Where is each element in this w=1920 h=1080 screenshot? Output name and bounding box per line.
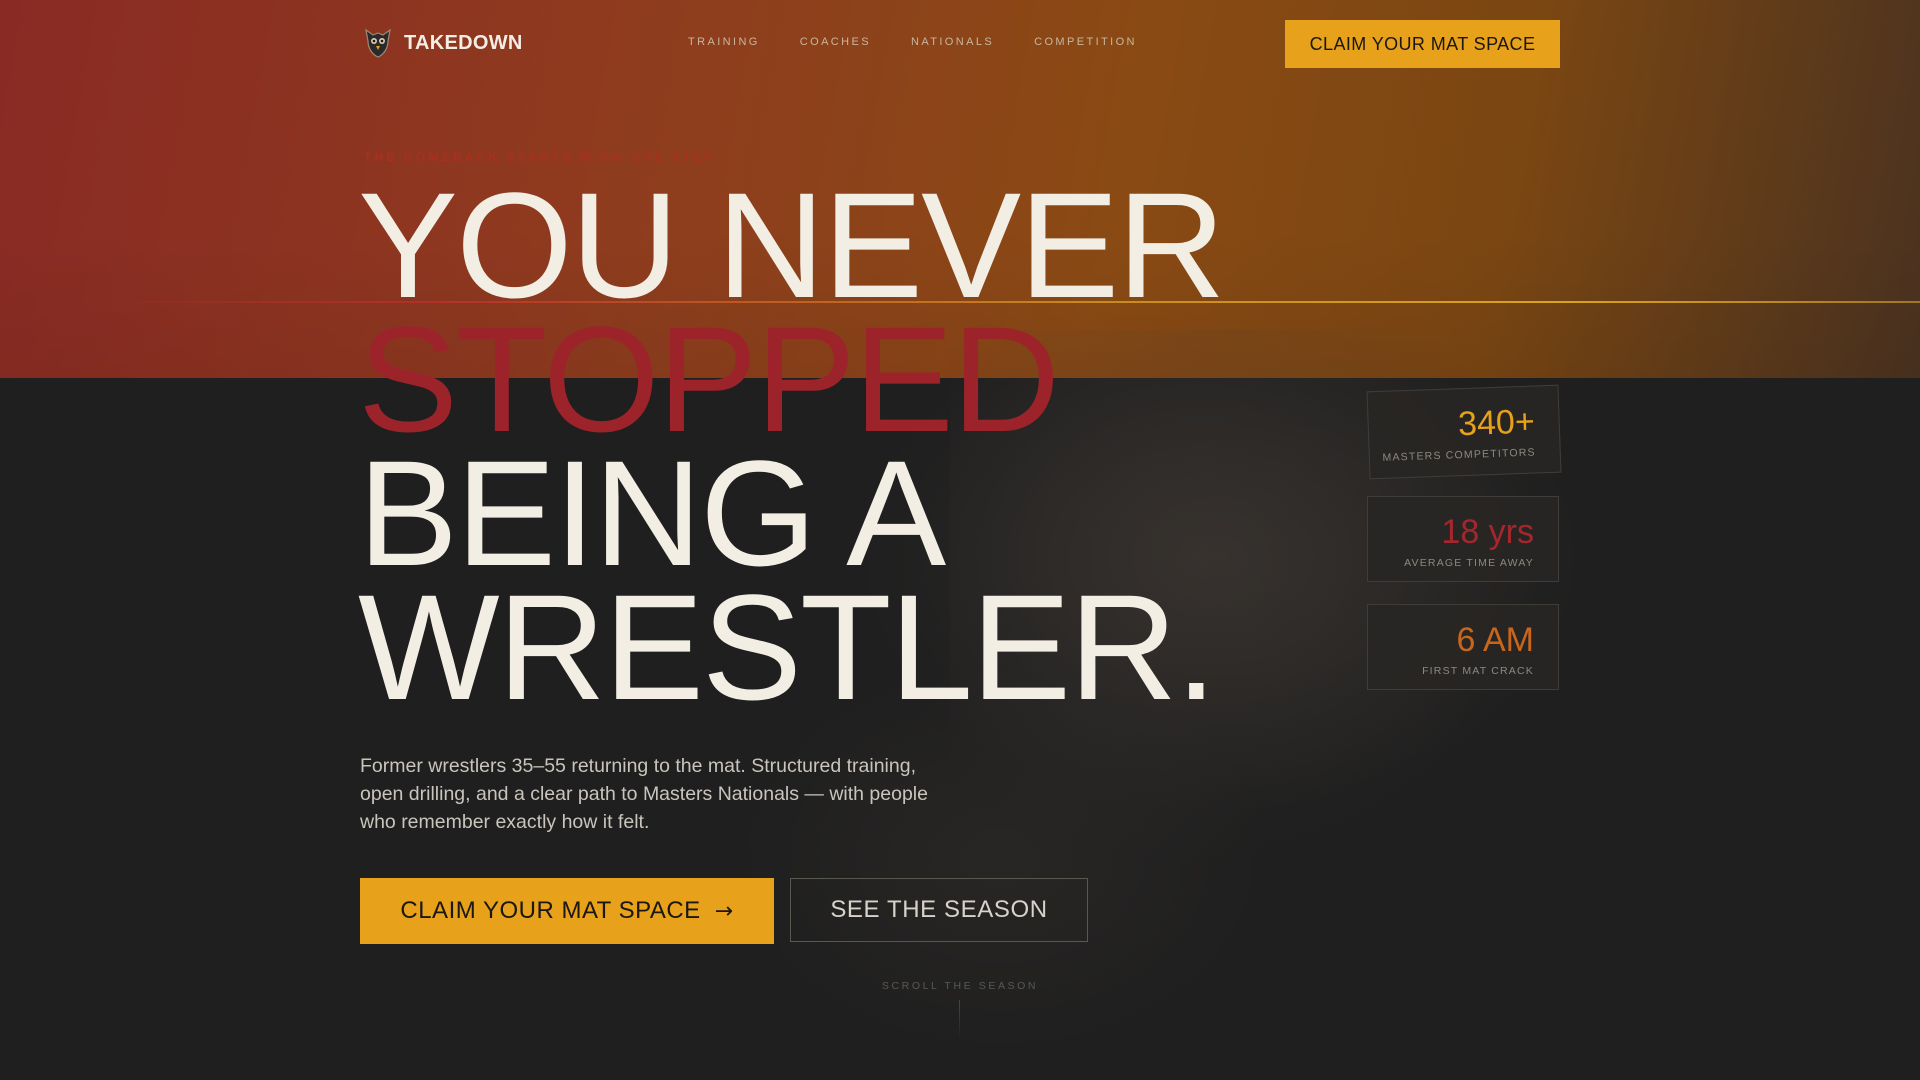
brand-logo[interactable]: TAKEDOWN <box>364 26 523 60</box>
stat-label: MASTERS COMPETITORS <box>1382 446 1536 464</box>
nav-link-competition[interactable]: COMPETITION <box>1034 36 1137 48</box>
stat-card-competitors: 340+ MASTERS COMPETITORS <box>1366 384 1562 480</box>
see-season-button[interactable]: SEE THE SEASON <box>790 878 1088 942</box>
brand-name: TAKEDOWN <box>404 31 523 54</box>
headline-line-2: STOPPED <box>358 295 1060 463</box>
stat-label: FIRST MAT CRACK <box>1422 665 1534 677</box>
arrow-right-icon: → <box>714 898 734 924</box>
claim-mat-space-button[interactable]: CLAIM YOUR MAT SPACE → <box>360 878 774 944</box>
hero-headline: YOU NEVER STOPPED BEING A WRESTLER. <box>358 161 1226 731</box>
nav-link-nationals[interactable]: NATIONALS <box>911 36 994 48</box>
owl-shield-icon <box>365 28 391 58</box>
stat-value: 340+ <box>1457 402 1536 444</box>
stat-label: AVERAGE TIME AWAY <box>1404 557 1534 569</box>
headline-line-3: BEING A <box>358 429 946 597</box>
page: TAKEDOWN TRAINING COACHES NATIONALS COMP… <box>0 0 1920 1080</box>
stat-card-first-mat: 6 AM FIRST MAT CRACK <box>1367 604 1559 690</box>
headline-line-1: YOU NEVER <box>358 161 1226 329</box>
nav-links: TRAINING COACHES NATIONALS COMPETITION <box>688 36 1177 48</box>
nav-claim-mat-space-button[interactable]: CLAIM YOUR MAT SPACE <box>1285 20 1560 68</box>
scroll-indicator-line <box>959 1000 960 1040</box>
scroll-hint[interactable]: SCROLL THE SEASON <box>860 980 1060 992</box>
stat-value: 6 AM <box>1456 621 1534 659</box>
top-nav: TAKEDOWN TRAINING COACHES NATIONALS COMP… <box>0 0 1920 88</box>
claim-mat-space-label: CLAIM YOUR MAT SPACE <box>400 897 701 924</box>
stat-card-time-away: 18 yrs AVERAGE TIME AWAY <box>1367 496 1559 582</box>
nav-link-coaches[interactable]: COACHES <box>800 36 871 48</box>
headline-line-4: WRESTLER. <box>358 563 1217 731</box>
nav-link-training[interactable]: TRAINING <box>688 36 760 48</box>
stat-value: 18 yrs <box>1441 513 1534 551</box>
hero-description: Former wrestlers 35–55 returning to the … <box>360 755 928 833</box>
